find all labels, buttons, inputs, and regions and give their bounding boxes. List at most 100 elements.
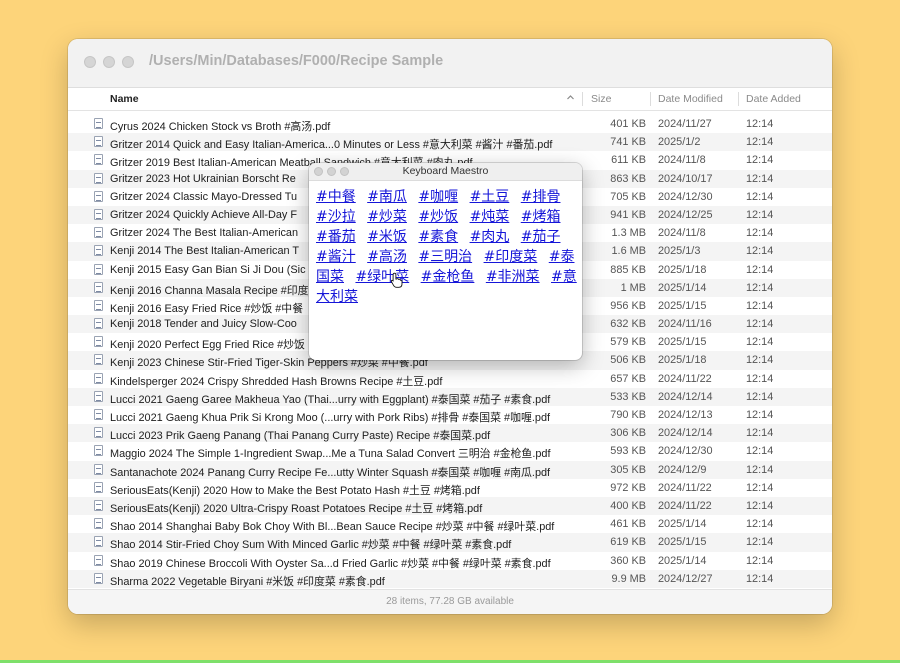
file-date-modified: 2025/1/3	[658, 245, 701, 258]
file-row[interactable]: Gritzer 2014 Quick and Easy Italian-Amer…	[68, 133, 832, 152]
file-name: Cyrus 2024 Chicken Stock vs Broth #高汤.pd…	[110, 121, 331, 133]
tag-link[interactable]: #金枪鱼	[421, 269, 475, 285]
file-size: 705 KB	[610, 190, 646, 203]
column-date-modified-header[interactable]: Date Modified	[658, 93, 723, 105]
file-row[interactable]: Sharma 2022 Vegetable Biryani #米饭 #印度菜 #…	[68, 569, 832, 588]
file-date-added: 12:14	[746, 354, 774, 367]
file-row[interactable]: Lucci 2023 Prik Gaeng Panang (Thai Panan…	[68, 424, 832, 443]
file-date-modified: 2025/1/2	[658, 136, 701, 149]
doc-icon	[94, 572, 103, 584]
file-row[interactable]: Santanachote 2024 Panang Curry Recipe Fe…	[68, 460, 832, 479]
file-name: Shao 2014 Shanghai Baby Bok Choy With Bl…	[110, 521, 555, 534]
file-date-modified: 2024/11/8	[658, 154, 706, 167]
doc-icon	[94, 463, 103, 475]
tag-link[interactable]: #中餐	[316, 189, 356, 205]
tag-link[interactable]: #非洲菜	[486, 269, 540, 285]
tag-link[interactable]: #肉丸	[470, 229, 510, 245]
close-button[interactable]	[84, 56, 96, 68]
file-size: 885 KB	[610, 263, 646, 276]
file-date-added: 12:14	[746, 336, 774, 349]
file-date-added: 12:14	[746, 409, 774, 421]
file-date-modified: 2024/12/27	[658, 572, 713, 585]
file-size: 400 KB	[610, 499, 646, 512]
doc-icon	[94, 190, 103, 202]
file-date-added: 12:14	[746, 190, 774, 203]
column-separator[interactable]	[582, 92, 583, 106]
tag-link[interactable]: #烤箱	[521, 209, 561, 225]
minimize-button[interactable]	[103, 56, 115, 68]
file-date-modified: 2024/12/14	[658, 390, 713, 403]
tag-link[interactable]: #素食	[418, 229, 458, 245]
column-separator[interactable]	[650, 92, 651, 106]
pointer-cursor-icon	[390, 272, 403, 288]
tag-link[interactable]: #南瓜	[367, 189, 407, 205]
file-row[interactable]: SeriousEats(Kenji) 2020 Ultra-Crispy Roa…	[68, 496, 832, 516]
file-name: Gritzer 2014 Quick and Easy Italian-Amer…	[110, 139, 553, 152]
tag-link[interactable]: #番茄	[316, 229, 356, 245]
window-title: /Users/Min/Databases/F000/Recipe Sample	[149, 53, 444, 69]
doc-icon	[94, 281, 103, 293]
file-size: 1.3 MB	[611, 227, 646, 240]
column-name-header[interactable]: Name	[110, 93, 139, 105]
file-row[interactable]: Lucci 2021 Gaeng Garee Makheua Yao (Thai…	[68, 387, 832, 406]
file-size: 956 KB	[610, 299, 646, 312]
file-size: 506 KB	[610, 354, 646, 367]
file-row[interactable]: Shao 2014 Shanghai Baby Bok Choy With Bl…	[68, 515, 832, 533]
file-date-modified: 2024/12/14	[658, 427, 713, 440]
file-date-modified: 2025/1/18	[658, 263, 707, 276]
file-name: Shao 2014 Stir-Fried Choy Sum With Mince…	[110, 539, 512, 552]
tag-link[interactable]: #高汤	[367, 249, 407, 265]
file-date-added: 12:14	[746, 572, 774, 585]
file-date-modified: 2025/1/15	[658, 336, 707, 349]
tag-link[interactable]: #沙拉	[316, 209, 356, 225]
doc-icon	[94, 536, 103, 548]
file-date-added: 12:14	[746, 499, 774, 512]
file-date-added: 12:14	[746, 172, 774, 185]
file-date-added: 12:14	[746, 427, 774, 440]
tag-link[interactable]: #三明治	[418, 249, 472, 265]
file-size: 360 KB	[610, 554, 646, 567]
sort-ascending-icon[interactable]	[566, 93, 575, 102]
file-size: 741 KB	[610, 136, 646, 149]
tag-link[interactable]: #排骨	[521, 189, 561, 205]
file-date-modified: 2024/11/16	[658, 318, 712, 331]
file-name: Lucci 2023 Prik Gaeng Panang (Thai Panan…	[110, 430, 491, 443]
zoom-button[interactable]	[122, 56, 134, 68]
file-date-added: 12:14	[746, 318, 774, 331]
tag-link[interactable]: #茄子	[521, 229, 561, 245]
file-size: 306 KB	[610, 427, 646, 440]
doc-icon	[94, 336, 103, 348]
tag-link[interactable]: #土豆	[470, 189, 510, 205]
tag-link[interactable]: #印度菜	[484, 249, 538, 265]
file-row[interactable]: Shao 2019 Chinese Broccoli With Oyster S…	[68, 552, 832, 570]
doc-icon	[94, 208, 103, 220]
doc-icon	[94, 118, 103, 129]
doc-icon	[94, 318, 103, 330]
file-name: SeriousEats(Kenji) 2020 How to Make the …	[110, 484, 480, 497]
tag-link[interactable]: #咖喱	[418, 189, 458, 205]
file-size: 593 KB	[610, 445, 646, 458]
file-row[interactable]: SeriousEats(Kenji) 2020 How to Make the …	[68, 479, 832, 497]
column-date-added-header[interactable]: Date Added	[746, 93, 801, 105]
file-date-modified: 2024/11/22	[658, 481, 712, 494]
file-size: 461 KB	[610, 518, 646, 531]
file-date-added: 12:14	[746, 227, 774, 240]
tag-link[interactable]: #米饭	[367, 229, 407, 245]
tag-link[interactable]: #炒饭	[418, 209, 458, 225]
tag-link[interactable]: #炒菜	[367, 209, 407, 225]
file-date-added: 12:14	[746, 445, 774, 458]
doc-icon	[94, 299, 103, 311]
column-separator[interactable]	[738, 92, 739, 106]
column-size-header[interactable]: Size	[591, 93, 611, 105]
keyboard-maestro-palette: Keyboard Maestro #中餐 #南瓜 #咖喱 #土豆 #排骨 #沙拉…	[309, 163, 582, 360]
file-row[interactable]: Shao 2014 Stir-Fried Choy Sum With Mince…	[68, 533, 832, 552]
file-size: 401 KB	[610, 118, 646, 130]
file-row[interactable]: Maggio 2024 The Simple 1-Ingredient Swap…	[68, 442, 832, 460]
tag-link[interactable]: #酱汁	[316, 249, 356, 265]
tag-link[interactable]: #炖菜	[470, 209, 510, 225]
file-row[interactable]: Lucci 2021 Gaeng Khua Prik Si Krong Moo …	[68, 406, 832, 424]
file-date-modified: 2025/1/14	[658, 281, 707, 294]
file-row[interactable]: Cyrus 2024 Chicken Stock vs Broth #高汤.pd…	[68, 115, 832, 133]
file-date-modified: 2024/11/8	[658, 227, 706, 240]
file-row[interactable]: Kindelsperger 2024 Crispy Shredded Hash …	[68, 370, 832, 388]
